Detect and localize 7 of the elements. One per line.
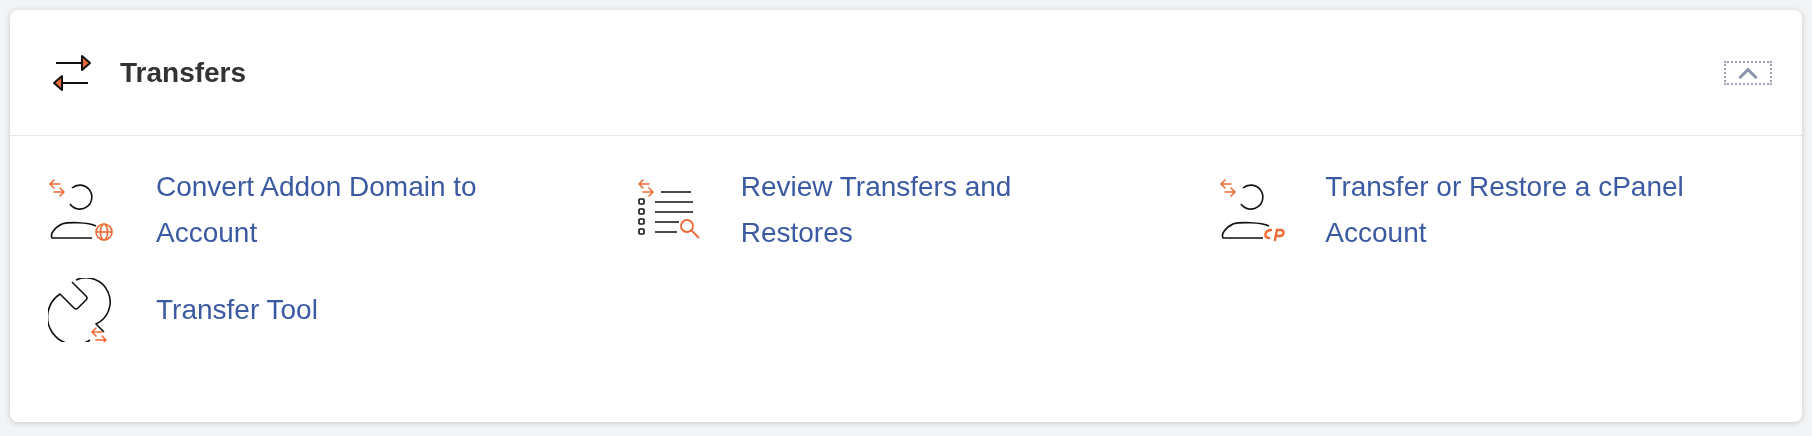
transfer-link[interactable]: Review Transfers and Restores [740,164,1121,256]
chevron-icon [1737,66,1759,79]
transfer-link[interactable]: Convert Addon Domain to Account [156,164,536,256]
transfer-link[interactable]: Transfer or Restore a cPanel Account [1325,164,1706,256]
panel-title: Transfers [120,55,247,90]
collapse-button[interactable] [1724,60,1772,85]
transfer-link[interactable]: Transfer Tool [156,287,536,333]
